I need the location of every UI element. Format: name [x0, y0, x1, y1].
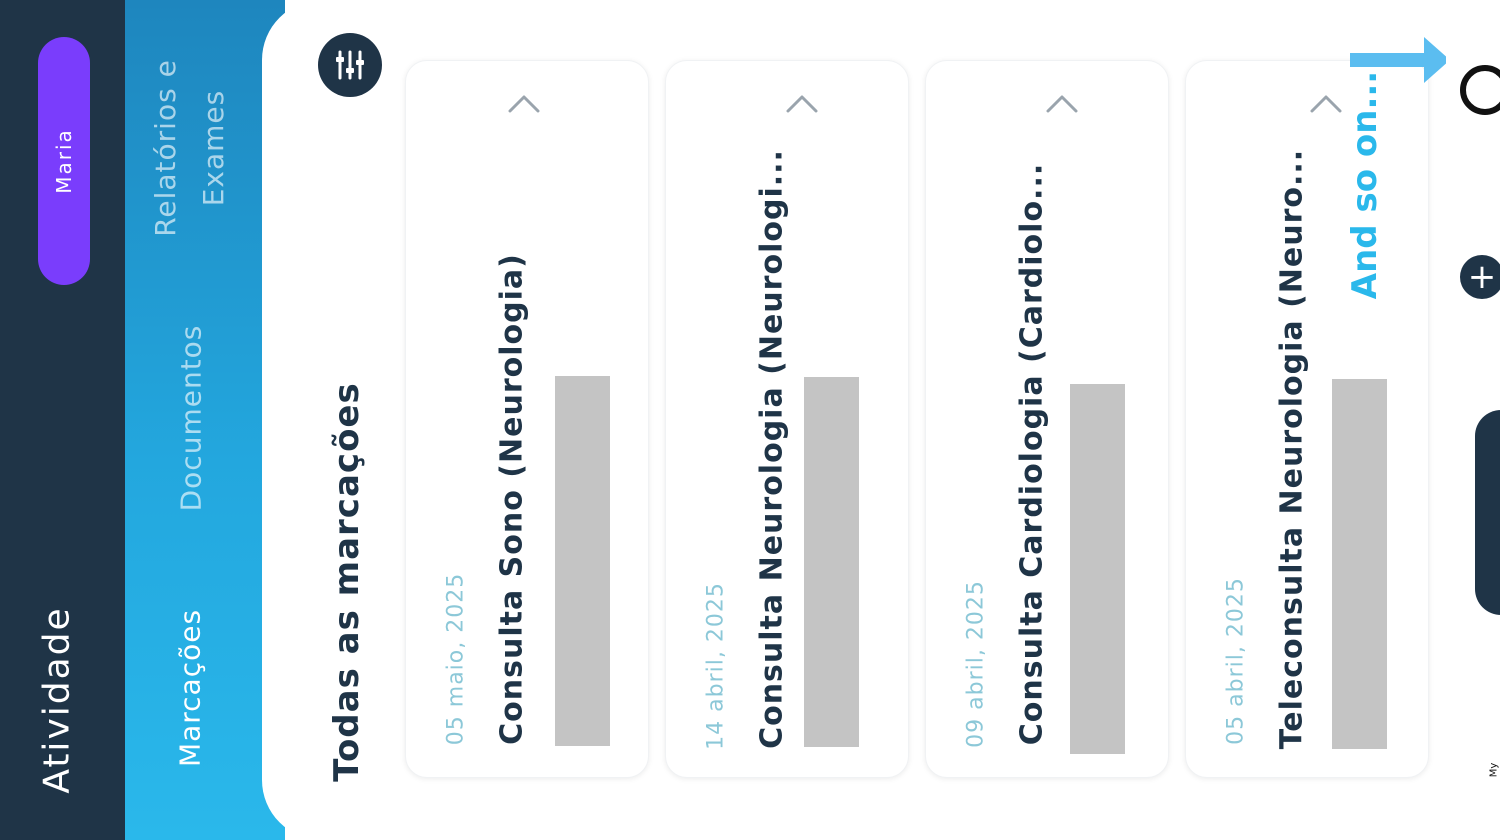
tab-relatorios-exames[interactable]: Relatórios e Exames — [142, 59, 238, 237]
user-profile-button[interactable]: Maria — [38, 37, 90, 285]
appointment-name: Consulta Sono (Neurologia) — [494, 253, 530, 745]
user-name: Maria — [52, 128, 76, 194]
redacted-info — [1332, 379, 1387, 749]
side-card[interactable] — [1475, 410, 1500, 615]
tab-relatorios-line2: Exames — [197, 89, 230, 207]
chevron-up-icon[interactable] — [506, 91, 542, 117]
my-label: My — [1488, 762, 1500, 778]
appointment-name: Consulta Neurologia (Neurologi... — [754, 149, 790, 749]
appointment-card[interactable]: 05 abril, 2025 Teleconsulta Neurologia (… — [1185, 60, 1429, 778]
tab-relatorios-line1: Relatórios e — [149, 59, 182, 237]
appointment-name: Consulta Cardiologia (Cardiolo... — [1014, 162, 1050, 746]
appointment-card[interactable]: 14 abril, 2025 Consulta Neurologia (Neur… — [665, 60, 909, 778]
annotation-text: And so on... — [1345, 70, 1385, 300]
appointment-date: 05 abril, 2025 — [1223, 577, 1249, 745]
appointment-date: 09 abril, 2025 — [963, 580, 989, 748]
appointment-card[interactable]: 09 abril, 2025 Consulta Cardiologia (Car… — [925, 60, 1169, 778]
appointment-name: Teleconsulta Neurologia (Neuro... — [1274, 148, 1310, 750]
tab-documentos[interactable]: Documentos — [175, 325, 208, 512]
chevron-up-icon[interactable] — [1308, 91, 1344, 117]
filter-button[interactable] — [318, 33, 382, 97]
sliders-icon — [336, 50, 364, 80]
redacted-info — [555, 376, 610, 746]
appointment-date: 05 maio, 2025 — [443, 572, 469, 746]
page-title: Atividade — [36, 606, 78, 794]
redacted-info — [804, 377, 859, 747]
tab-marcacoes[interactable]: Marcações — [174, 609, 207, 767]
appointment-card[interactable]: 05 maio, 2025 Consulta Sono (Neurologia) — [405, 60, 649, 778]
chevron-up-icon[interactable] — [784, 91, 820, 117]
appointment-date: 14 abril, 2025 — [703, 582, 729, 750]
plus-icon[interactable]: + — [1460, 255, 1500, 299]
redacted-info — [1070, 384, 1125, 754]
chevron-up-icon[interactable] — [1044, 91, 1080, 117]
section-title: Todas as marcações — [327, 382, 367, 782]
